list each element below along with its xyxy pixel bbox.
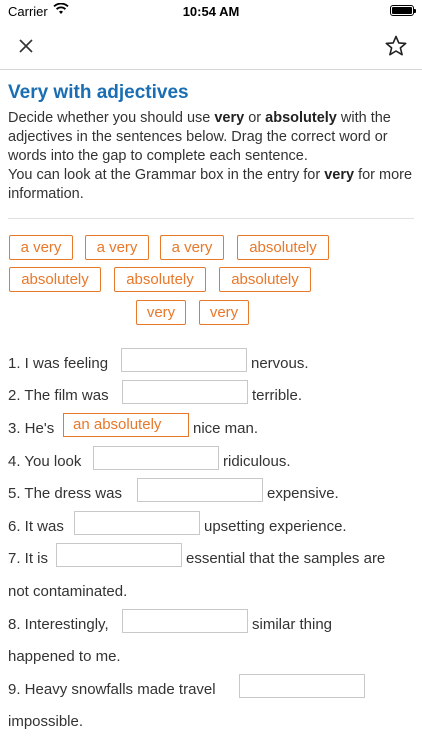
sentence-text: happened to me. [8, 648, 121, 665]
answer-gap-filled[interactable]: an absolutely [63, 413, 189, 437]
close-icon[interactable] [16, 36, 36, 56]
sentence-text: not contaminated. [8, 583, 128, 600]
star-icon[interactable] [384, 34, 408, 58]
word-chip[interactable]: a very [85, 235, 149, 260]
instructions: Decide whether you should use very or ab… [8, 109, 414, 204]
answer-gap[interactable] [122, 380, 248, 404]
sentence-text: 8. Interestingly, [8, 616, 109, 633]
sentence-text: 5. The dress was [8, 485, 122, 502]
sentence-text: 7. It is [8, 550, 49, 567]
word-chip[interactable]: very [136, 300, 186, 325]
sentence-text: 3. He's [8, 420, 55, 437]
battery-icon [390, 5, 416, 16]
sentence-text: 2. The film was [8, 387, 109, 404]
word-chip[interactable]: a very [9, 235, 73, 260]
sentence-text: 6. It was [8, 518, 64, 535]
sentence-text: expensive. [267, 485, 339, 502]
instructions-keyword: very [324, 167, 355, 183]
word-chip[interactable]: absolutely [237, 235, 329, 260]
answer-gap[interactable] [121, 348, 247, 372]
sentence-text: 9. Heavy snowfalls made travel [8, 681, 216, 698]
instructions-keyword: absolutely [265, 110, 337, 126]
sentence-text: impossible. [8, 713, 84, 730]
clock: 10:54 AM [182, 4, 240, 19]
sentence-text: essential that the samples are [186, 550, 386, 567]
word-bank: a very a very a very absolutely absolute… [8, 235, 414, 335]
answer-gap[interactable] [56, 543, 182, 567]
status-bar: Carrier 10:54 AM [0, 0, 422, 22]
instructions-text: or [244, 110, 266, 126]
sentence-text: nervous. [251, 355, 309, 372]
sentence-text: terrible. [252, 387, 303, 404]
answer-gap[interactable] [239, 674, 365, 698]
instructions-keyword: very [214, 110, 245, 126]
instructions-text: Decide whether you should use [8, 110, 215, 126]
sentence-text: ridiculous. [223, 453, 291, 470]
word-chip[interactable]: a very [160, 235, 224, 260]
word-chip[interactable]: absolutely [219, 267, 311, 292]
exercise-content: Very with adjectives Decide whether you … [8, 80, 414, 335]
sentence-text: nice man. [193, 420, 259, 437]
answer-gap[interactable] [74, 511, 200, 535]
word-chip[interactable]: very [199, 300, 249, 325]
word-chip[interactable]: absolutely [114, 267, 206, 292]
answer-gap[interactable] [93, 446, 219, 470]
answer-gap[interactable] [122, 609, 248, 633]
sentence-text: 4. You look [8, 453, 82, 470]
sentence-text: similar thing [252, 616, 333, 633]
divider [8, 218, 414, 219]
word-chip[interactable]: absolutely [9, 267, 101, 292]
sentence-text: 1. I was feeling [8, 355, 109, 372]
answer-gap[interactable] [137, 478, 263, 502]
page-title: Very with adjectives [8, 82, 189, 103]
sentence-text: upsetting experience. [204, 518, 347, 535]
navigation-bar [0, 22, 422, 70]
instructions-text: You can look at the Grammar box in the e… [8, 167, 325, 183]
